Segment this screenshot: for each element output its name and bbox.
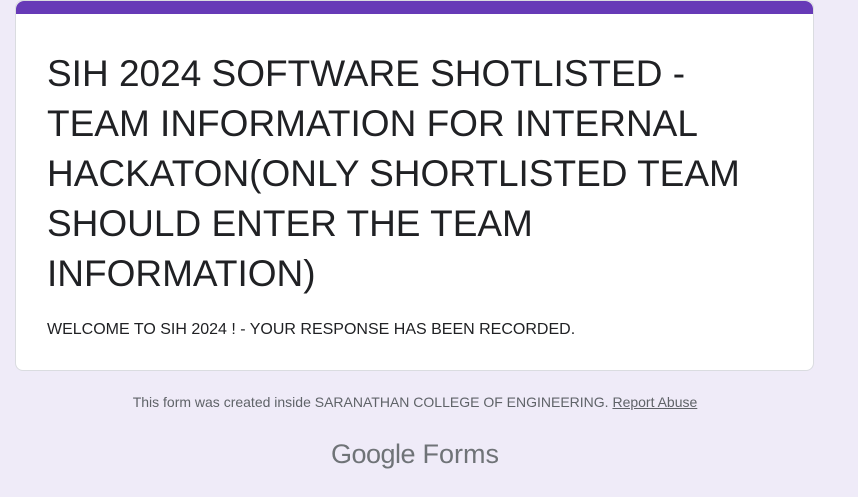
form-title: SIH 2024 SOFTWARE SHOTLISTED - TEAM INFO… xyxy=(47,53,740,294)
accent-bar xyxy=(16,1,813,14)
footer-note-text: This form was created inside SARANATHAN … xyxy=(132,394,609,410)
footer-note: This form was created inside SARANATHAN … xyxy=(0,392,830,412)
google-forms-logo[interactable]: Google Forms xyxy=(0,436,830,472)
form-card: SIH 2024 SOFTWARE SHOTLISTED - TEAM INFO… xyxy=(15,0,814,371)
report-abuse-link[interactable]: Report Abuse xyxy=(612,394,697,410)
google-wordmark: Google xyxy=(330,439,416,469)
forms-wordmark: Forms xyxy=(422,439,500,469)
confirmation-message: WELCOME TO SIH 2024 ! - YOUR RESPONSE HA… xyxy=(47,321,576,338)
